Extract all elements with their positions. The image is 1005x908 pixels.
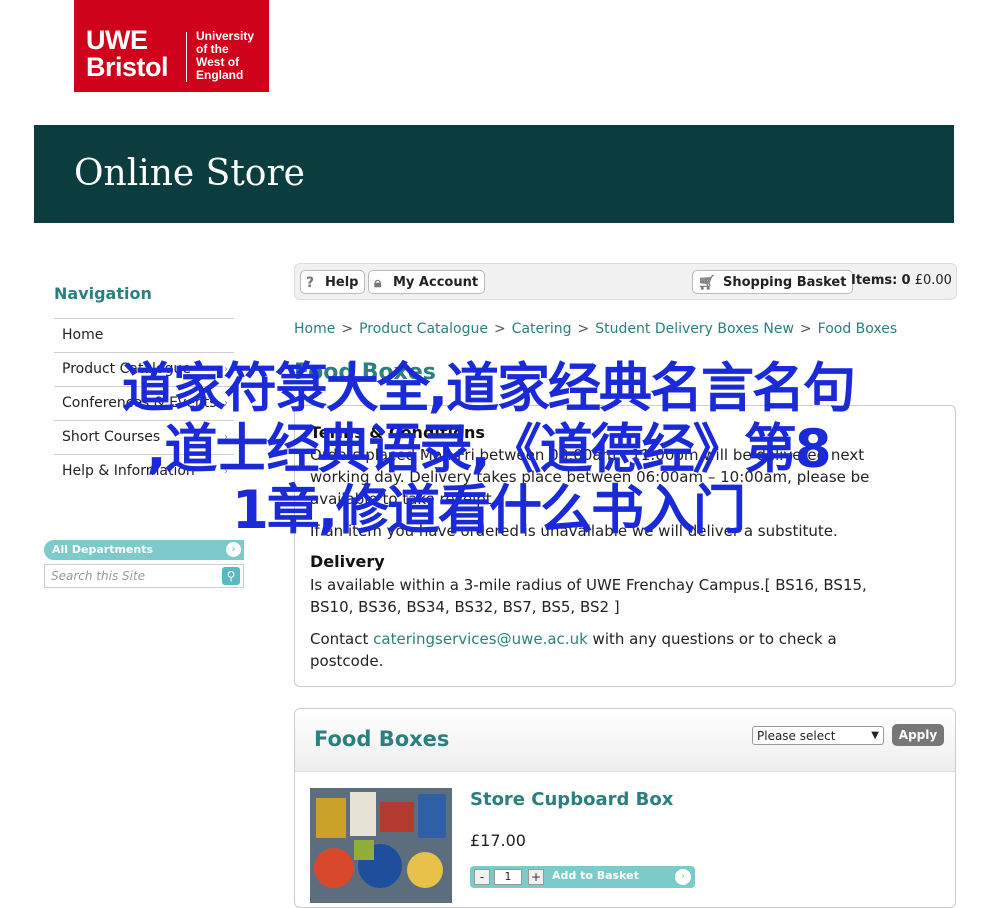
- store-title: Online Store: [74, 153, 305, 194]
- logo-university-text: University of the West of England: [196, 29, 255, 82]
- breadcrumb-home[interactable]: Home: [294, 321, 335, 337]
- add-to-basket-bar: - 1 + Add to Basket ›: [470, 866, 695, 888]
- basket-icon: 🛒︎: [698, 275, 716, 291]
- food-boxes-header: Food Boxes Please select ▼ Apply: [295, 709, 955, 772]
- delivery-heading: Delivery: [310, 552, 385, 571]
- breadcrumb-food-boxes[interactable]: Food Boxes: [818, 321, 898, 337]
- breadcrumb: Home > Product Catalogue > Catering > Student …: [294, 321, 898, 337]
- logo-divider: [186, 32, 187, 82]
- top-toolbar: ? Help 🔒︎ My Account 🛒︎ Shopping Basket Ite…: [294, 263, 957, 300]
- uwe-logo[interactable]: UWE Bristol University of the West of En…: [74, 0, 269, 92]
- breadcrumb-catering[interactable]: Catering: [512, 321, 572, 337]
- food-boxes-panel: Food Boxes Please select ▼ Apply Store Cu…: [294, 708, 956, 908]
- nav-item-home[interactable]: Home: [54, 318, 234, 352]
- quantity-input[interactable]: 1: [494, 869, 522, 885]
- departments-label: All Departments: [52, 543, 154, 556]
- navigation-heading: Navigation: [54, 284, 152, 303]
- add-to-basket-button[interactable]: Add to Basket: [552, 869, 639, 882]
- contact-text: Contact cateringservices@uwe.ac.uk with …: [310, 630, 837, 670]
- lock-icon: 🔒︎: [374, 275, 382, 291]
- search-icon[interactable]: ⚲: [222, 567, 240, 585]
- food-boxes-title: Food Boxes: [314, 727, 450, 751]
- logo-wordmark: UWE Bristol: [86, 25, 169, 82]
- delivery-text: Is available within a 3-mile radius of U…: [310, 576, 867, 616]
- contact-email-link[interactable]: cateringservices@uwe.ac.uk: [373, 630, 588, 648]
- chevron-down-icon: ▼: [871, 730, 879, 741]
- question-icon: ?: [306, 275, 315, 291]
- all-departments-dropdown[interactable]: All Departments ›: [44, 540, 244, 560]
- product-price: £17.00: [470, 831, 526, 850]
- chevron-right-icon: ›: [226, 542, 241, 557]
- search-box[interactable]: Search this Site ⚲: [44, 564, 244, 588]
- help-button[interactable]: ? Help: [300, 270, 366, 294]
- breadcrumb-product-catalogue[interactable]: Product Catalogue: [359, 321, 488, 337]
- quantity-decrease-button[interactable]: -: [474, 869, 490, 885]
- store-banner: Online Store: [34, 125, 954, 223]
- shopping-basket-button[interactable]: 🛒︎ Shopping Basket: [692, 270, 854, 294]
- search-input[interactable]: Search this Site: [51, 569, 145, 583]
- sort-select[interactable]: Please select ▼: [752, 726, 884, 745]
- basket-summary: Items: 0 £0.00: [851, 273, 952, 288]
- my-account-button[interactable]: 🔒︎ My Account: [368, 270, 486, 294]
- chevron-right-icon: ›: [675, 869, 691, 885]
- apply-button[interactable]: Apply: [892, 724, 944, 746]
- product-image[interactable]: [310, 788, 452, 903]
- breadcrumb-student-delivery-boxes[interactable]: Student Delivery Boxes New: [595, 321, 794, 337]
- product-name-link[interactable]: Store Cupboard Box: [470, 789, 673, 810]
- overlay-caption: 道家符箓大全,道家经典名言名句 ,道士经典语录,《道德经》第8 1章,修道看什么…: [121, 358, 856, 541]
- quantity-increase-button[interactable]: +: [528, 869, 544, 885]
